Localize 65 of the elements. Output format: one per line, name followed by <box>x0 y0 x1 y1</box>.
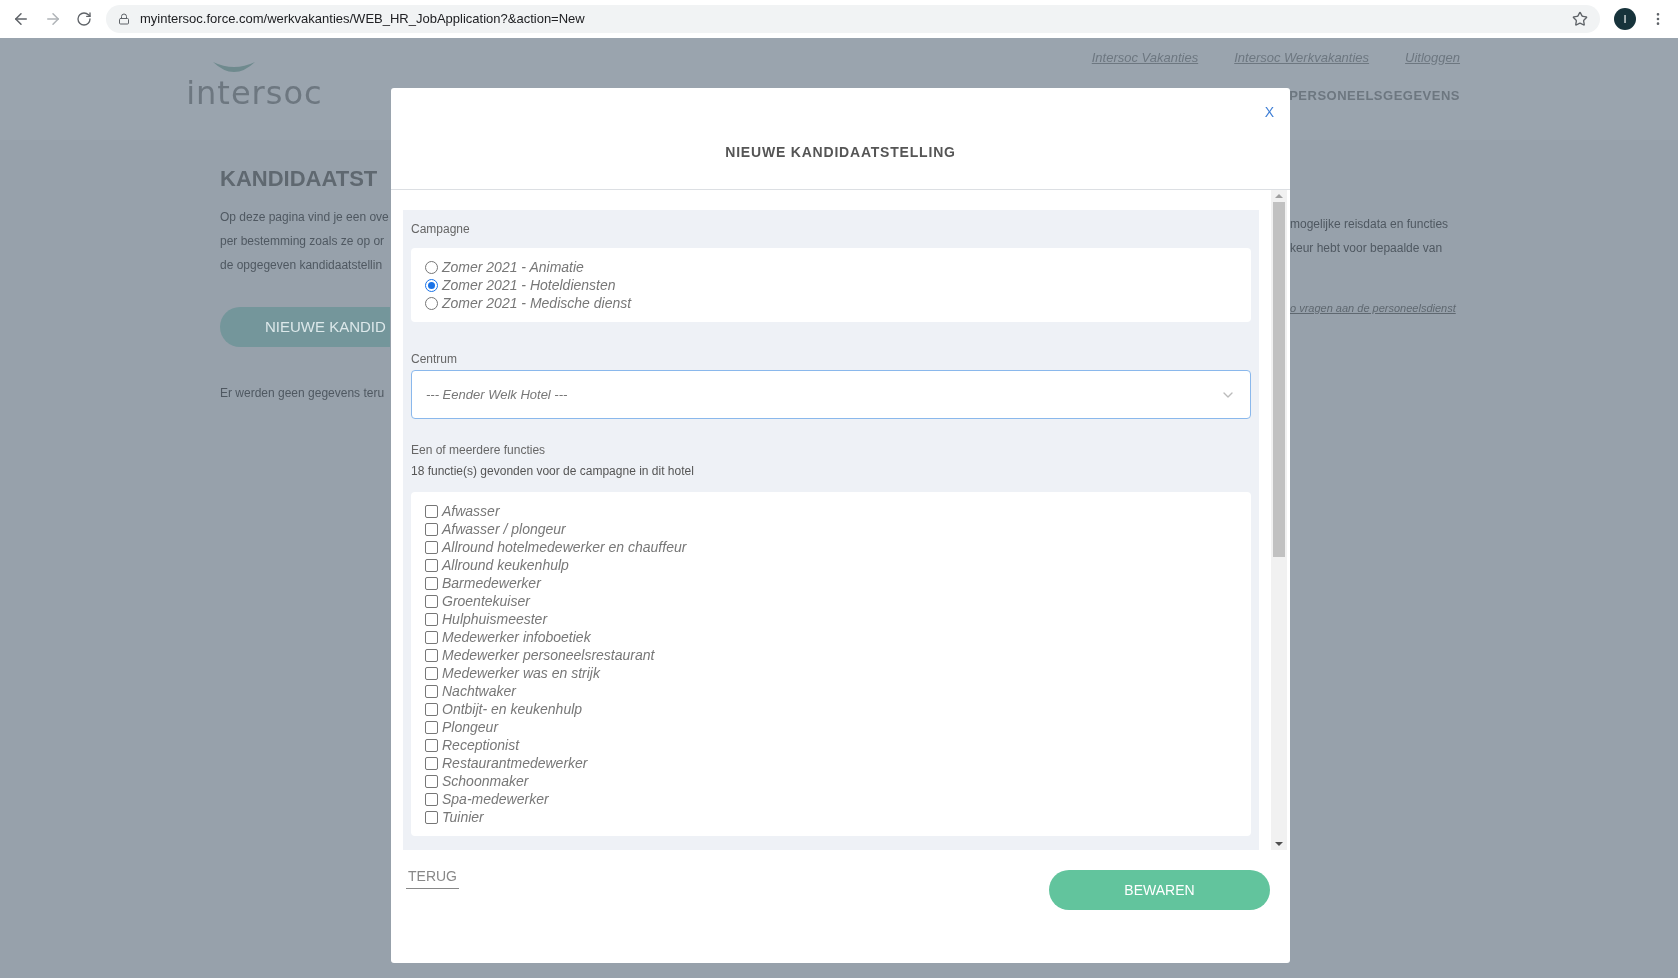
checkbox[interactable] <box>425 666 438 680</box>
new-application-button[interactable]: NIEUWE KANDID <box>220 307 390 347</box>
checkbox[interactable] <box>425 630 438 644</box>
modal-title: NIEUWE KANDIDAATSTELLING <box>725 143 956 162</box>
save-button[interactable]: BEWAREN <box>1049 870 1270 910</box>
url-text: myintersoc.force.com/werkvakanties/WEB_HR_JobApplication?&action=New <box>140 10 586 29</box>
close-button[interactable]: X <box>1260 102 1278 123</box>
checkbox-label: Groentekuiser <box>442 591 530 611</box>
checkbox[interactable] <box>425 792 438 806</box>
intro-text: Op deze pagina vind je een ove <box>220 209 390 226</box>
reload-icon[interactable] <box>76 11 92 27</box>
page-heading: KANDIDAATST <box>220 165 379 193</box>
radio-label: Zomer 2021 - Medische dienst <box>442 293 632 313</box>
checkbox[interactable] <box>425 720 438 734</box>
checkbox[interactable] <box>425 684 438 698</box>
scrollbar[interactable] <box>1271 190 1287 850</box>
radio-label: Zomer 2021 - Animatie <box>442 257 584 277</box>
intro-text: keur hebt voor bepaalde van <box>1290 240 1444 257</box>
checkbox-label: Afwasser / plongeur <box>442 519 566 539</box>
checkbox-label: Afwasser <box>442 501 500 521</box>
bookmark-star-icon[interactable] <box>1572 11 1588 27</box>
checkbox[interactable] <box>425 810 438 824</box>
campaign-label: Campagne <box>411 221 471 238</box>
checkbox[interactable] <box>425 558 438 572</box>
checkbox-label: Allround hotelmedewerker en chauffeur <box>442 537 687 557</box>
functions-count-note: 18 functie(s) gevonden voor de campagne in dit hotel <box>411 463 695 480</box>
checkbox-label: Medewerker infoboetiek <box>442 627 591 647</box>
lock-icon <box>118 13 130 25</box>
checkbox-label: Schoonmaker <box>442 771 529 791</box>
back-icon[interactable] <box>12 10 30 28</box>
checkbox-label: Hulphuismeester <box>442 609 548 629</box>
checkbox-label: Receptionist <box>442 735 520 755</box>
checkbox[interactable] <box>425 522 438 536</box>
checkbox-label: Ontbijt- en keukenhulp <box>442 699 583 719</box>
intro-text: de opgegeven kandidaatstellin <box>220 257 384 274</box>
checkbox-label: Barmedewerker <box>442 573 541 593</box>
checkbox-label: Nachtwaker <box>442 681 516 701</box>
profile-avatar[interactable]: I <box>1614 8 1636 30</box>
checkbox[interactable] <box>425 756 438 770</box>
functions-label: Een of meerdere functies <box>411 442 547 459</box>
checkbox[interactable] <box>425 612 438 626</box>
checkbox[interactable] <box>425 774 438 788</box>
checkbox-label: Spa-medewerker <box>442 789 549 809</box>
checkbox-label: Tuinier <box>442 807 484 827</box>
checkbox[interactable] <box>425 702 438 716</box>
scrollbar-thumb[interactable] <box>1273 202 1285 557</box>
intro-text: mogelijke reisdata en functies <box>1290 216 1450 233</box>
checkbox-label: Medewerker was en strijk <box>442 663 600 683</box>
checkbox[interactable] <box>425 540 438 554</box>
checkbox-label: Restaurantmedewerker <box>442 753 588 773</box>
checkbox[interactable] <box>425 648 438 662</box>
radio-label: Zomer 2021 - Hoteldiensten <box>442 275 616 295</box>
address-bar[interactable]: myintersoc.force.com/werkvakanties/WEB_HR_JobApplication?&action=New <box>106 5 1600 33</box>
checkbox-label: Allround keukenhulp <box>442 555 569 575</box>
checkbox-label: Medewerker personeelsrestaurant <box>442 645 655 665</box>
center-label: Centrum <box>411 351 458 368</box>
checkbox[interactable] <box>425 576 438 590</box>
checkbox[interactable] <box>425 738 438 752</box>
checkbox[interactable] <box>425 504 438 518</box>
checkbox-label: Plongeur <box>442 717 499 737</box>
checkbox[interactable] <box>425 594 438 608</box>
empty-note: Er werden geen gegevens teru <box>220 385 386 402</box>
intro-text: per bestemming zoals ze op or <box>220 233 386 250</box>
center-select[interactable]: --- Eender Welk Hotel --- <box>411 370 1251 419</box>
back-link[interactable]: TERUG <box>406 866 459 889</box>
